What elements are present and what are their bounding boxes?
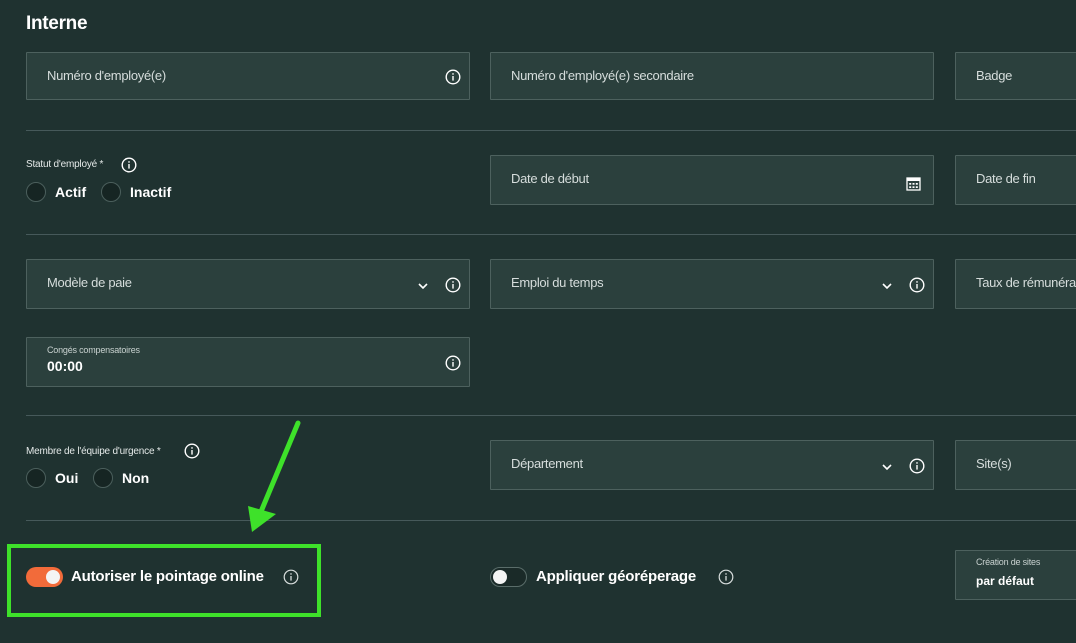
emergency-yes-label: Oui: [55, 470, 79, 486]
pay-model-select[interactable]: Modèle de paie: [26, 259, 470, 309]
emergency-yes-radio[interactable]: [26, 468, 46, 488]
info-icon[interactable]: [445, 277, 461, 293]
compensatory-leave-label: Congés compensatoires: [47, 345, 140, 355]
status-active-label: Actif: [55, 184, 87, 200]
schedule-label: Emploi du temps: [511, 275, 604, 290]
pay-rate-label: Taux de rémunéra: [976, 275, 1076, 290]
emergency-no-label: Non: [122, 470, 150, 486]
chevron-down-icon[interactable]: [881, 280, 893, 292]
end-date-field[interactable]: Date de fin: [955, 155, 1076, 205]
info-icon[interactable]: [909, 458, 925, 474]
site-creation-select[interactable]: Création de sites par défaut: [955, 550, 1076, 600]
divider: [26, 130, 1076, 131]
toggle-knob: [493, 570, 507, 584]
arrow-annotation-icon: [248, 420, 301, 532]
secondary-employee-number-label: Numéro d'employé(e) secondaire: [511, 68, 694, 83]
compensatory-leave-field[interactable]: Congés compensatoires 00:00: [26, 337, 470, 387]
emergency-no-radio[interactable]: [93, 468, 113, 488]
calendar-icon[interactable]: [906, 176, 921, 191]
status-inactive-label: Inactif: [130, 184, 172, 200]
end-date-label: Date de fin: [976, 171, 1036, 186]
divider: [26, 520, 1076, 521]
section-title: Interne: [26, 13, 88, 34]
pay-rate-field[interactable]: Taux de rémunéra: [955, 259, 1076, 309]
internal-settings-panel: Interne Numéro d'employé(e) Numéro d'emp…: [0, 0, 1076, 643]
info-icon[interactable]: [184, 443, 200, 459]
compensatory-leave-value: 00:00: [47, 358, 83, 374]
employee-number-field[interactable]: Numéro d'employé(e): [26, 52, 470, 100]
status-active-radio[interactable]: [26, 182, 46, 202]
sites-select[interactable]: Site(s): [955, 440, 1076, 490]
badge-label: Badge: [976, 68, 1013, 83]
pay-model-label: Modèle de paie: [47, 275, 132, 290]
start-date-label: Date de début: [511, 171, 589, 186]
department-label: Département: [511, 456, 583, 471]
geofence-toggle[interactable]: [490, 567, 527, 587]
info-icon[interactable]: [121, 157, 137, 173]
site-creation-label: Création de sites: [976, 557, 1041, 567]
divider: [26, 415, 1076, 416]
status-inactive-radio[interactable]: [101, 182, 121, 202]
employee-status-label: Statut d'employé *: [26, 159, 104, 170]
info-icon[interactable]: [909, 277, 925, 293]
chevron-down-icon[interactable]: [881, 461, 893, 473]
department-select[interactable]: Département: [490, 440, 934, 490]
badge-field[interactable]: Badge: [955, 52, 1076, 100]
start-date-field[interactable]: Date de début: [490, 155, 934, 205]
employee-number-label: Numéro d'employé(e): [47, 68, 166, 83]
info-icon[interactable]: [445, 355, 461, 371]
site-creation-value: par défaut: [976, 574, 1035, 588]
geofence-label: Appliquer géoréperage: [536, 568, 697, 585]
sites-label: Site(s): [976, 456, 1012, 471]
chevron-down-icon[interactable]: [417, 280, 429, 292]
emergency-team-label: Membre de l'équipe d'urgence *: [26, 446, 161, 457]
secondary-employee-number-field[interactable]: Numéro d'employé(e) secondaire: [490, 52, 934, 100]
divider: [26, 234, 1076, 235]
info-icon[interactable]: [718, 569, 734, 585]
schedule-select[interactable]: Emploi du temps: [490, 259, 934, 309]
highlight-box: [7, 544, 321, 617]
info-icon[interactable]: [445, 69, 461, 85]
